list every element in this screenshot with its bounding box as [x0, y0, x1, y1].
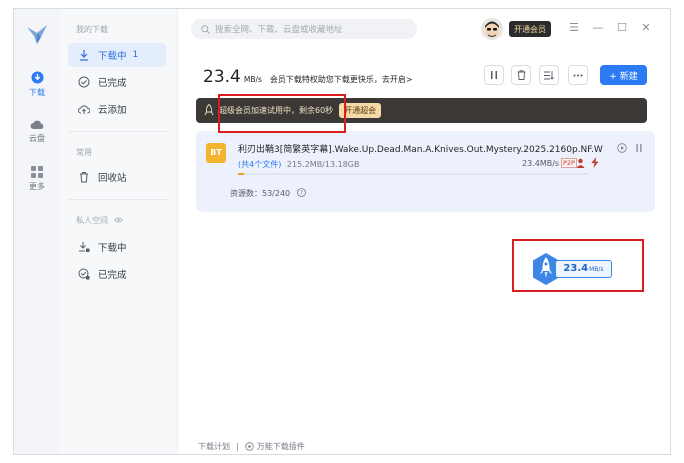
speed-unit: MB/s	[243, 75, 262, 84]
sidebar: 我的下载 下载中 1 已完成 云添加 常用 回收站 私人空间 下载中 已完成	[60, 9, 178, 454]
app-logo-icon	[27, 25, 47, 44]
sidebar-item-completed[interactable]: 已完成	[68, 70, 166, 94]
private-check-icon	[78, 268, 90, 280]
download-arrow-icon	[80, 50, 88, 61]
open-vip-button[interactable]: 开通会员	[509, 21, 551, 37]
vip-speed-tip-link[interactable]: 会员下载特权助您下载更快乐，去开启>	[270, 74, 413, 85]
help-circle-icon[interactable]: ?	[296, 188, 306, 197]
play-icon[interactable]	[617, 143, 627, 153]
search-input[interactable]: 搜索全网、下载、云盘或收藏地址	[191, 19, 417, 39]
rail-item-more[interactable]: 更多	[14, 166, 60, 192]
annotation-box	[512, 239, 644, 292]
download-icon	[31, 71, 43, 84]
downloading-count: 1	[132, 50, 139, 60]
search-icon	[201, 24, 210, 34]
search-placeholder: 搜索全网、下载、云盘或收藏地址	[215, 25, 343, 35]
more-button[interactable]	[568, 65, 588, 85]
section-common: 常用	[76, 148, 92, 157]
download-plan-link[interactable]: 下载计划	[198, 441, 230, 452]
task-speed: 23.4MB/s	[522, 159, 560, 168]
new-task-button[interactable]: + 新建	[600, 65, 647, 85]
check-circle-icon	[78, 76, 90, 88]
rail-item-download[interactable]: 下载	[14, 71, 60, 98]
task-files-size: (共4个文件) 215.2MB/13.18GB	[238, 159, 359, 170]
task-progress-fill	[238, 173, 244, 175]
nav-rail: 下载 云盘 更多	[14, 9, 60, 454]
sidebar-item-downloading[interactable]: 下载中 1	[68, 43, 166, 67]
sidebar-item-private-downloading[interactable]: 下载中	[68, 235, 166, 259]
total-speed: 23.4 MB/s 会员下载特权助您下载更快乐，去开启>	[203, 67, 413, 87]
accelerate-user-icon	[576, 158, 585, 168]
p2p-badge: P2P	[561, 158, 577, 168]
rail-item-cloud[interactable]: 云盘	[14, 119, 60, 144]
trash-icon	[517, 70, 525, 80]
sidebar-divider	[68, 131, 168, 132]
avatar-face-icon	[485, 21, 499, 37]
sidebar-item-recycle[interactable]: 回收站	[68, 165, 166, 189]
more-dots-icon	[573, 74, 583, 77]
download-task-card[interactable]: BT 利刃出鞘3[简繁英字幕].Wake.Up.Dead.Man.A.Knive…	[196, 131, 655, 212]
delete-button[interactable]	[511, 65, 531, 85]
bt-file-icon: BT	[206, 143, 226, 163]
lightning-icon	[591, 157, 599, 168]
pause-icon	[491, 71, 497, 79]
trash-icon	[80, 172, 88, 183]
task-title: 利刃出鞘3[简繁英字幕].Wake.Up.Dead.Man.A.Knives.O…	[238, 145, 603, 155]
universal-plugin-link[interactable]: 万能下载插件	[257, 441, 305, 452]
svg-text:?: ?	[300, 190, 303, 197]
minimize-icon[interactable]: —	[591, 21, 605, 35]
menu-icon[interactable]: ☰	[567, 21, 581, 35]
list-sort-icon	[544, 71, 554, 80]
task-file-count-link[interactable]: (共4个文件)	[238, 160, 281, 169]
task-size: 215.2MB/13.18GB	[286, 160, 360, 169]
sidebar-item-cloud-added[interactable]: 云添加	[68, 97, 166, 121]
rocket-icon	[204, 104, 214, 116]
cloud-icon	[30, 120, 44, 129]
sort-button[interactable]	[539, 65, 559, 85]
maximize-icon[interactable]: ☐	[615, 21, 629, 35]
plugin-icon	[245, 442, 254, 451]
section-private-space: 私人空间	[76, 215, 123, 226]
speed-value: 23.4	[203, 67, 241, 87]
section-my-downloads: 我的下载	[76, 25, 108, 34]
pause-icon[interactable]	[635, 143, 643, 153]
footer-bar: 下载计划 | 万能下载插件	[198, 441, 305, 452]
grid-icon	[31, 166, 43, 178]
close-icon[interactable]: ✕	[639, 21, 653, 35]
annotation-box	[218, 94, 346, 133]
task-progress-bar	[238, 173, 588, 175]
app-window: 下载 云盘 更多 我的下载 下载中 1 已完成 云添加 常用 回收站 私人空间 …	[13, 8, 671, 455]
resource-count: 资源数：53/240 ?	[230, 188, 306, 199]
cloud-upload-icon	[78, 105, 90, 114]
private-download-icon	[79, 242, 90, 252]
avatar[interactable]	[481, 18, 503, 40]
eye-icon[interactable]	[113, 217, 123, 223]
pause-all-button[interactable]	[484, 65, 504, 85]
main-panel: 搜索全网、下载、云盘或收藏地址 开通会员 ☰ — ☐ ✕ 23.4 MB/s 会…	[179, 9, 670, 454]
sidebar-divider	[68, 199, 168, 200]
sidebar-item-private-completed[interactable]: 已完成	[68, 262, 166, 286]
